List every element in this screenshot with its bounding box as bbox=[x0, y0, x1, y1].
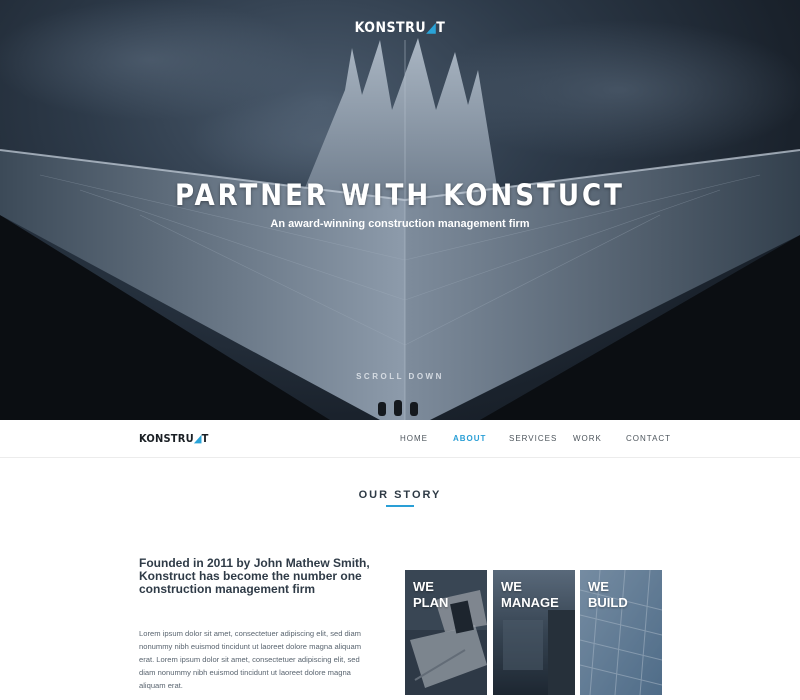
nav-link-services[interactable]: SERVICES bbox=[509, 434, 557, 443]
card-we-plan[interactable]: WE PLAN bbox=[405, 570, 487, 695]
card-build-line1: WE bbox=[588, 579, 609, 594]
nav-link-contact[interactable]: CONTACT bbox=[626, 434, 671, 443]
story-body-text: Lorem ipsum dolor sit amet, consectetuer… bbox=[139, 629, 362, 690]
card-manage-line2: MANAGE bbox=[501, 595, 559, 610]
hero-title: PARTNER WITH KONSTUCT bbox=[175, 178, 625, 212]
card-build-label: WE BUILD bbox=[588, 579, 628, 611]
card-we-manage[interactable]: WE MANAGE bbox=[493, 570, 575, 695]
card-plan-label: WE PLAN bbox=[413, 579, 448, 611]
story-heading: Founded in 2011 by John Mathew Smith, Ko… bbox=[139, 556, 370, 596]
hero-subtitle: An award-winning construction management… bbox=[270, 218, 530, 230]
card-manage-label: WE MANAGE bbox=[501, 579, 559, 611]
nav-link-about[interactable]: ABOUT bbox=[453, 434, 486, 443]
hero-logo[interactable]: KONSTRU◢T bbox=[0, 20, 800, 36]
section-title-our-story: OUR STORY bbox=[358, 489, 442, 501]
nav-link-home[interactable]: HOME bbox=[400, 434, 428, 443]
card-plan-line1: WE bbox=[413, 579, 434, 594]
hero-logo-tail: T bbox=[436, 20, 446, 36]
card-build-line2: BUILD bbox=[588, 595, 628, 610]
section-title-underline bbox=[386, 505, 414, 507]
nav-links: HOME ABOUT SERVICES WORK CONTACT bbox=[0, 434, 800, 448]
card-plan-line2: PLAN bbox=[413, 595, 449, 610]
hero-section: KONSTRU◢T PARTNER WITH KONSTUCT An award… bbox=[0, 0, 800, 420]
nav-link-work[interactable]: WORK bbox=[573, 434, 602, 443]
card-we-build[interactable]: WE BUILD bbox=[580, 570, 662, 695]
hero-logo-text: KONSTRU bbox=[354, 20, 427, 36]
logo-mark-icon: ◢ bbox=[426, 20, 437, 36]
card-manage-line1: WE bbox=[501, 579, 522, 594]
main-navbar: KONSTRU◢T HOME ABOUT SERVICES WORK CONTA… bbox=[0, 420, 800, 458]
scroll-down-link[interactable]: SCROLL DOWN bbox=[0, 372, 800, 381]
